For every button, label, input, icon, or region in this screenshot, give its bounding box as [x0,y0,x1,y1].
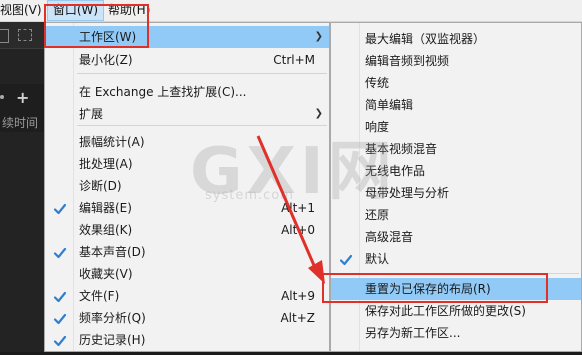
submenu-item-label: 保存对此工作区所做的更改(S) [365,304,526,318]
submenu-item-label: 最大编辑（双监视器） [365,32,486,46]
workspace-item-12[interactable]: 保存对此工作区所做的更改(S) [331,300,581,322]
checkmark-icon [53,201,67,215]
submenu-item-label: 简单编辑 [365,98,414,112]
workspace-item-10[interactable]: 默认 [331,248,581,270]
workspace-item-0[interactable]: 最大编辑（双监视器） [331,28,581,50]
menu-view[interactable]: 视图(V) [0,0,42,21]
workspace-item-3[interactable]: 简单编辑 [331,94,581,116]
menu-item-label: 振幅统计(A) [79,135,145,149]
marquee-select-icon[interactable] [18,29,32,41]
workspace-item-2[interactable]: 传统 [331,72,581,94]
menu-item-label: 诊断(D) [79,179,122,193]
window-menu-item-12[interactable]: 频率分析(Q) Alt+Z [45,307,329,329]
menu-item-label: 效果组(K) [79,223,133,237]
menu-item-label: 扩展 [79,107,104,121]
checkmark-icon [53,245,67,259]
menu-item-label: 在 Exchange 上查找扩展(C)... [79,85,247,99]
annotation-box-reset-layout [322,273,548,303]
submenu-item-label: 高级混音 [365,230,414,244]
menu-item-label: 最小化(Z) [79,53,133,67]
checkmark-icon [53,289,67,303]
submenu-item-label: 另存为新工作区... [365,326,461,340]
workspace-item-1[interactable]: 编辑音频到视频 [331,50,581,72]
submenu-arrow-icon: ❯ [314,31,323,42]
menu-item-label: 历史记录(H) [79,333,146,347]
menu-item-label: 基本声音(D) [79,245,146,259]
menu-item-shortcut: Alt+Z [280,311,315,325]
panel-edge-icon[interactable] [0,29,9,43]
menu-item-label: 频率分析(Q) [79,311,146,325]
window-menu-item-13[interactable]: 历史记录(H) [45,329,329,351]
submenu-item-label: 默认 [365,252,390,266]
menu-item-shortcut: Ctrl+M [273,53,315,67]
annotation-arrow [256,135,325,284]
menu-item-label: 收藏夹(V) [79,267,133,281]
menu-item-label: 批处理(A) [79,157,133,171]
checkmark-icon [339,252,353,266]
dot-icon [0,95,4,99]
submenu-item-label: 传统 [365,76,390,90]
submenu-item-label: 编辑音频到视频 [365,54,450,68]
workspace-item-13[interactable]: 另存为新工作区... [331,322,581,344]
window-menu-item-1[interactable]: 最小化(Z) Ctrl+M [45,49,329,71]
menu-separator [77,73,327,74]
workspace-item-9[interactable]: 高级混音 [331,226,581,248]
annotation-box-window-menu [44,4,149,48]
menu-item-label: 文件(F) [79,289,120,303]
add-icon[interactable]: + [16,88,29,107]
checkmark-icon [53,311,67,325]
duration-column-label: 续时间 [2,116,39,130]
window-menu-item-2[interactable]: 在 Exchange 上查找扩展(C)... [45,81,329,103]
checkmark-icon [53,333,67,347]
menu-item-label: 编辑器(E) [79,201,132,215]
